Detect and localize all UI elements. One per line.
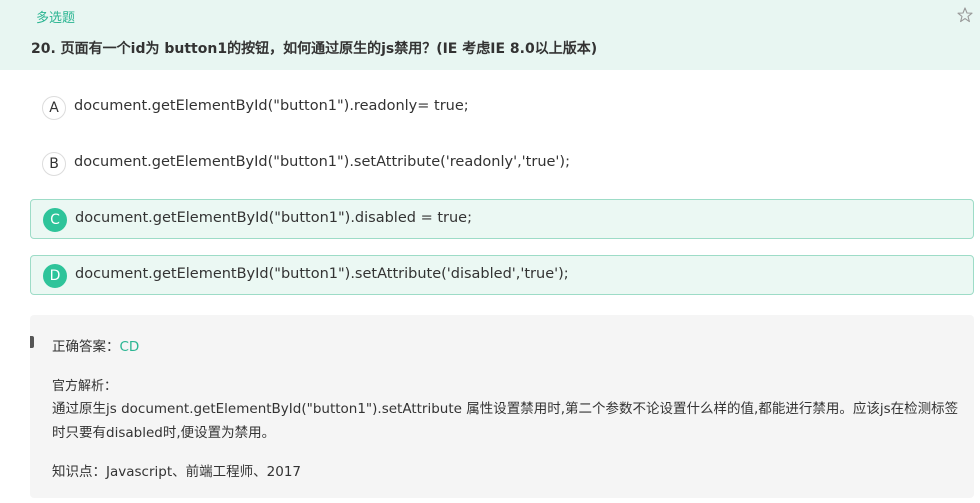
option-b[interactable]: B document.getElementById("button1").set… — [30, 144, 974, 184]
panel-marker — [30, 336, 34, 348]
option-a[interactable]: A document.getElementById("button1").rea… — [30, 88, 974, 128]
option-letter-badge: D — [43, 264, 67, 288]
option-d[interactable]: D document.getElementById("button1").set… — [30, 255, 974, 295]
question-header: 多选题 20. 页面有一个id为 button1的按钮，如何通过原生的js禁用？… — [0, 0, 980, 70]
explanation-label: 官方解析： — [52, 379, 118, 394]
knowledge-points: 知识点：Javascript、前端工程师、2017 — [52, 464, 301, 480]
question-type-tag: 多选题 — [36, 11, 76, 26]
option-text: document.getElementById("button1").reado… — [74, 98, 469, 114]
option-text: document.getElementById("button1").disab… — [75, 210, 472, 226]
explanation-text: 通过原生js document.getElementById("button1"… — [52, 401, 959, 441]
option-letter-badge: C — [43, 208, 67, 232]
option-letter-badge: A — [42, 96, 66, 120]
correct-answer: 正确答案：CD — [52, 335, 139, 355]
option-text: document.getElementById("button1").setAt… — [74, 154, 570, 170]
correct-answer-value: CD — [119, 339, 140, 355]
correct-answer-label: 正确答案： — [52, 339, 120, 355]
question-title: 20. 页面有一个id为 button1的按钮，如何通过原生的js禁用？(IE … — [31, 41, 598, 57]
option-text: document.getElementById("button1").setAt… — [75, 266, 569, 282]
option-c[interactable]: C document.getElementById("button1").dis… — [30, 199, 974, 239]
star-icon[interactable] — [957, 7, 973, 23]
option-letter-badge: B — [42, 152, 66, 176]
